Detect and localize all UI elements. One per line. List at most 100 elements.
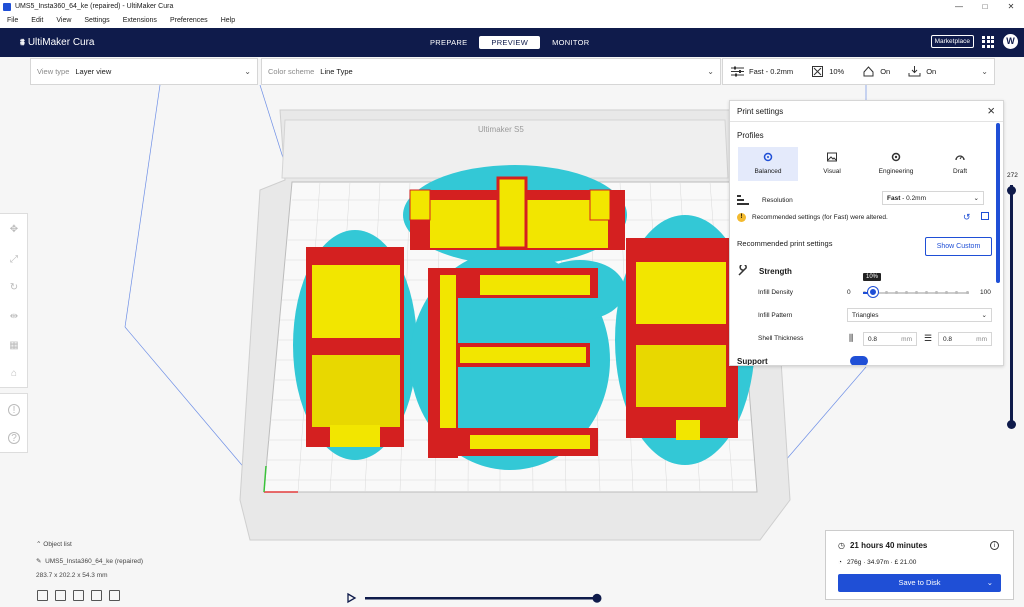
left-view-icon[interactable] xyxy=(91,590,102,601)
layer-slider-top-handle[interactable] xyxy=(1007,186,1016,195)
top-view-icon[interactable] xyxy=(73,590,84,601)
title-bar: UMS5_Insta360_64_ke (repaired) - UltiMak… xyxy=(0,0,1024,13)
close-window-button[interactable]: ✕ xyxy=(998,0,1024,13)
info-icon[interactable]: i xyxy=(990,541,999,550)
menu-settings[interactable]: Settings xyxy=(84,17,109,24)
help-icon[interactable]: ? xyxy=(8,432,20,444)
front-view-icon[interactable] xyxy=(55,590,66,601)
material-icon: ◔ xyxy=(838,559,842,566)
move-icon[interactable]: ✥ xyxy=(8,224,20,236)
support-icon xyxy=(863,66,874,77)
layer-slider[interactable] xyxy=(1009,185,1014,427)
edit-icon[interactable]: ✎ xyxy=(36,558,41,565)
profiles-label: Profiles xyxy=(737,131,764,140)
color-scheme-value: Line Type xyxy=(320,67,353,76)
history-icon[interactable]: ! xyxy=(8,404,20,416)
reset-icon[interactable]: ↺ xyxy=(963,212,971,223)
minimize-button[interactable]: — xyxy=(946,0,972,13)
menu-view[interactable]: View xyxy=(56,17,71,24)
support-toggle[interactable] xyxy=(850,356,868,365)
apps-grid-icon[interactable] xyxy=(982,35,994,48)
menu-preferences[interactable]: Preferences xyxy=(170,17,208,24)
profile-visual[interactable]: Visual xyxy=(802,147,862,181)
top-bottom-thickness-icon: ☰ xyxy=(924,333,933,343)
avatar[interactable]: W xyxy=(1003,34,1018,49)
infill-density-label: Infill Density xyxy=(758,289,794,296)
logo-text: UltiMaker Cura xyxy=(27,37,95,48)
profile-label: Engineering xyxy=(878,168,914,175)
rotate-icon[interactable]: ↻ xyxy=(8,282,20,294)
warning-icon: ! xyxy=(737,213,746,222)
infill-max-label: 100 xyxy=(980,289,991,296)
color-scheme-dropdown[interactable]: Color scheme Line Type ⌄ xyxy=(261,58,721,85)
stage-tabs: PREPARE PREVIEW MONITOR xyxy=(418,36,601,49)
print-info-panel: ◷ 21 hours 40 minutes i ◔ 276g · 34.97m … xyxy=(825,530,1014,600)
chevron-down-icon: ⌄ xyxy=(981,67,988,76)
profile-draft[interactable]: Draft xyxy=(930,147,990,181)
support-blocker-icon[interactable]: ⌂ xyxy=(8,368,20,380)
marketplace-button[interactable]: Marketplace xyxy=(930,35,974,48)
playback-handle[interactable] xyxy=(592,593,602,603)
object-list-label: Object list xyxy=(43,541,72,548)
resolution-select[interactable]: Fast - 0.2mm ⌄ xyxy=(882,191,984,205)
print-time: 21 hours 40 minutes xyxy=(849,541,928,550)
menu-file[interactable]: File xyxy=(7,17,18,24)
right-view-icon[interactable] xyxy=(109,590,120,601)
altered-warning: ! Recommended settings (for Fast) were a… xyxy=(737,213,888,222)
panel-title: Print settings xyxy=(737,107,784,116)
profile-summary: Fast - 0.2mm xyxy=(749,67,794,76)
infill-min-label: 0 xyxy=(847,289,851,296)
object-list-toggle[interactable]: ⌃ Object list xyxy=(36,540,143,548)
view-orientation-buttons xyxy=(37,590,127,601)
save-to-disk-button[interactable]: Save to Disk ⌄ xyxy=(838,574,1001,592)
infill-pattern-select[interactable]: Triangles ⌄ xyxy=(847,308,992,322)
ultimaker-logo-icon: ⩩ xyxy=(20,37,25,47)
app-header: ⩩ UltiMaker Cura PREPARE PREVIEW MONITOR… xyxy=(0,28,1024,57)
chevron-down-icon[interactable]: ⌄ xyxy=(987,574,993,592)
profile-engineering[interactable]: Engineering xyxy=(866,147,926,181)
panel-scrollbar[interactable] xyxy=(996,123,1000,283)
wall-thickness-input[interactable]: 0.8 mm xyxy=(863,332,917,346)
profile-balanced[interactable]: Balanced xyxy=(738,147,798,181)
mirror-icon[interactable]: ⇹ xyxy=(8,311,20,323)
material-usage: 276g · 34.97m · £ 21.00 xyxy=(846,559,917,566)
chevron-down-icon: ⌄ xyxy=(707,67,714,76)
menu-bar: File Edit View Settings Extensions Prefe… xyxy=(0,13,1024,28)
menu-edit[interactable]: Edit xyxy=(31,17,43,24)
scale-icon[interactable]: ⤢ xyxy=(8,254,20,266)
show-custom-button[interactable]: Show Custom xyxy=(925,237,992,256)
playback-track[interactable] xyxy=(365,597,597,600)
layer-slider-bottom-handle[interactable] xyxy=(1007,420,1016,429)
chevron-down-icon: ⌄ xyxy=(244,67,251,76)
print-settings-panel: Print settings × Profiles Balanced Visua… xyxy=(729,100,1004,366)
infill-icon xyxy=(812,66,824,77)
sliders-icon xyxy=(731,66,744,77)
play-icon[interactable] xyxy=(347,592,357,604)
object-info: ⌃ Object list ✎ UMS5_Insta360_64_ke (rep… xyxy=(36,540,143,579)
warning-text: Recommended settings (for Fast) were alt… xyxy=(752,214,888,221)
3d-view-icon[interactable] xyxy=(37,590,48,601)
strength-label: Strength xyxy=(759,266,792,276)
menu-help[interactable]: Help xyxy=(221,17,235,24)
tab-prepare[interactable]: PREPARE xyxy=(418,36,479,49)
per-model-settings-icon[interactable]: ▦ xyxy=(8,340,20,352)
chevron-down-icon: ⌄ xyxy=(973,195,979,202)
tab-monitor[interactable]: MONITOR xyxy=(540,36,601,49)
gear-icon xyxy=(763,152,773,162)
tab-preview[interactable]: PREVIEW xyxy=(479,36,541,49)
infill-slider-handle[interactable] xyxy=(868,287,878,297)
object-dimensions: 283.7 x 202.2 x 54.3 mm xyxy=(36,572,108,579)
window-title: UMS5_Insta360_64_ke (repaired) - UltiMak… xyxy=(15,3,174,10)
save-label: Save to Disk xyxy=(898,578,941,587)
close-icon[interactable]: × xyxy=(987,103,995,118)
left-toolbar: ✥ ⤢ ↻ ⇹ ▦ ⌂ xyxy=(0,213,28,388)
print-settings-summary[interactable]: Fast - 0.2mm 10% On On ⌄ xyxy=(722,58,995,85)
save-profile-icon[interactable] xyxy=(981,212,989,220)
infill-tooltip: 10% xyxy=(863,273,882,281)
logo: ⩩ UltiMaker Cura xyxy=(20,37,95,48)
menu-extensions[interactable]: Extensions xyxy=(123,17,157,24)
maximize-button[interactable]: □ xyxy=(972,0,998,13)
view-type-dropdown[interactable]: View type Layer view ⌄ xyxy=(30,58,258,85)
top-bottom-thickness-input[interactable]: 0.8 mm xyxy=(938,332,992,346)
clock-icon: ◷ xyxy=(838,541,845,550)
